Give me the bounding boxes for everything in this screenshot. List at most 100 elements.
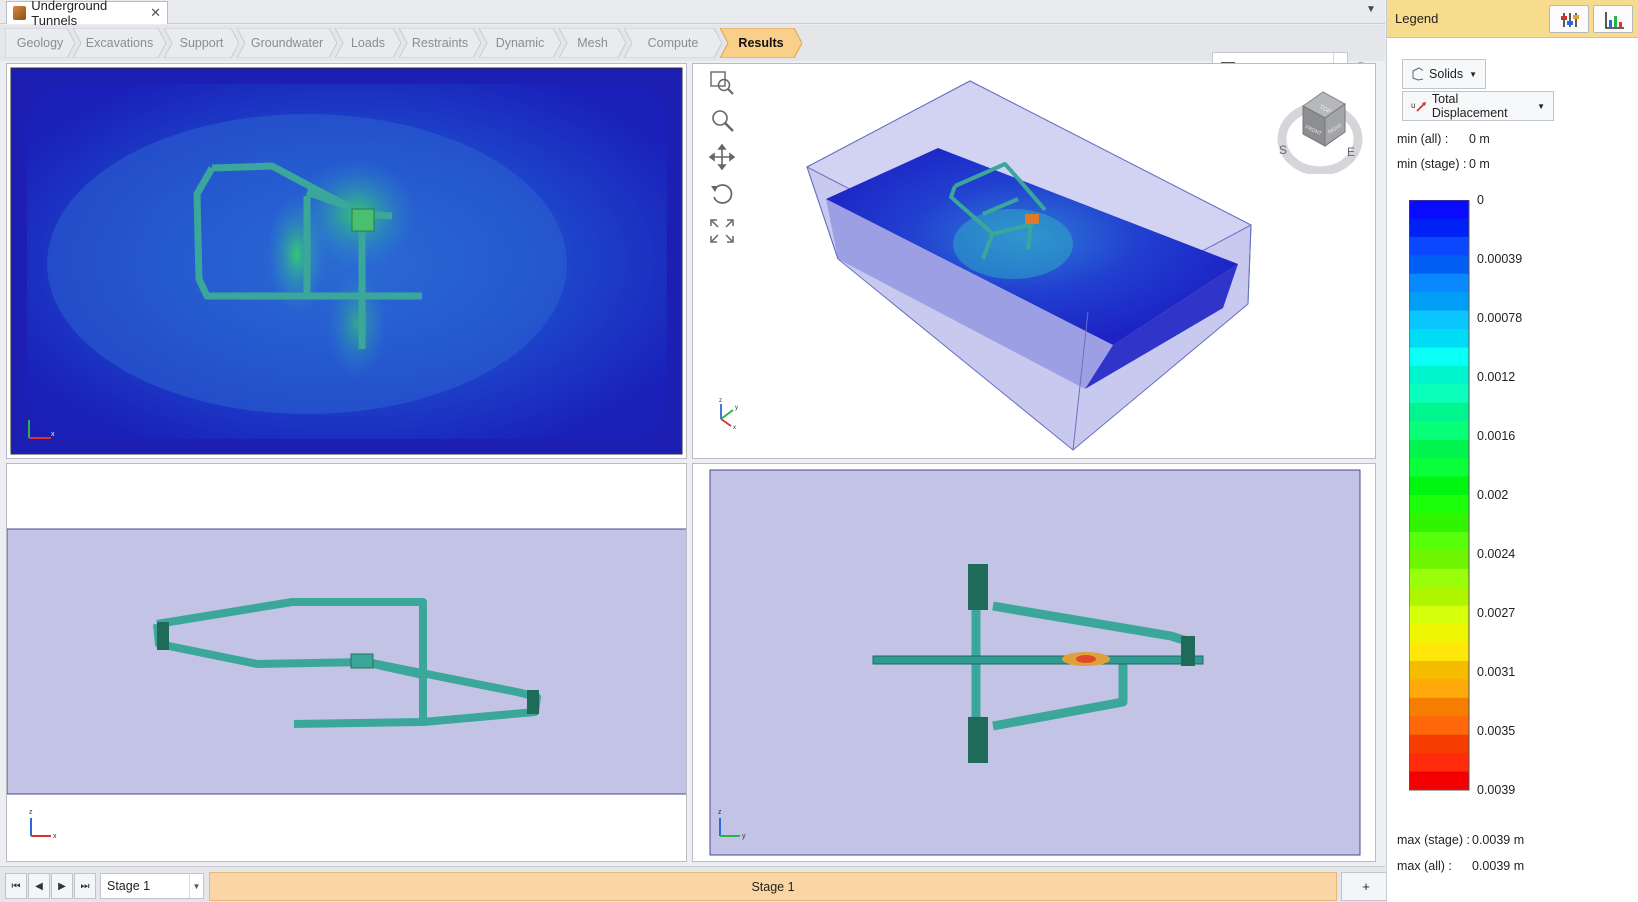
- workflow-step-excavations[interactable]: Excavations: [73, 28, 166, 58]
- pan-icon[interactable]: [709, 144, 735, 170]
- color-scale-label: 0.002: [1477, 488, 1509, 502]
- color-scale-label: 0.0027: [1477, 606, 1516, 620]
- zoom-icon[interactable]: [709, 107, 735, 133]
- workflow-step-groundwater[interactable]: Groundwater: [237, 28, 337, 58]
- stage-select[interactable]: Stage 1 ▼: [100, 873, 204, 899]
- z-axis-label: z: [718, 809, 722, 816]
- x-axis-label: x: [53, 833, 57, 840]
- color-scale-band: [1409, 458, 1469, 478]
- color-scale: [1409, 200, 1470, 791]
- legend-chart-button[interactable]: [1593, 5, 1633, 33]
- workflow-step-restraints[interactable]: Restraints: [399, 28, 481, 58]
- color-scale-label: 0.0012: [1477, 370, 1516, 384]
- workflow-step-loads[interactable]: Loads: [335, 28, 401, 58]
- color-scale-band: [1409, 255, 1469, 275]
- viewport-3d[interactable]: z y x TOP FRONT RIGHT S E: [692, 63, 1376, 459]
- legend-settings-button[interactable]: [1549, 5, 1589, 33]
- legend-panel: Legend Solids ▼ u Total Displacement ▼ m…: [1386, 0, 1638, 902]
- color-scale-label: 0.0024: [1477, 547, 1516, 561]
- color-scale-band: [1409, 513, 1469, 533]
- result-type-dropdown[interactable]: u Total Displacement ▼: [1402, 91, 1554, 121]
- workflow-step-mesh[interactable]: Mesh: [559, 28, 626, 58]
- close-icon[interactable]: ✕: [150, 5, 161, 21]
- z-axis-label: z: [719, 398, 722, 404]
- stage-bar: ⏮ ◀ ▶ ⏭ Stage 1 ▼ Stage 1 +: [0, 866, 1391, 902]
- stage-tab-label: Stage 1: [751, 879, 795, 894]
- color-scale-band: [1409, 642, 1469, 662]
- color-scale-label: 0.0035: [1477, 724, 1516, 738]
- cube-east-label: E: [1347, 145, 1355, 159]
- min-all-label: min (all) :: [1397, 132, 1449, 146]
- color-scale-band: [1409, 697, 1469, 717]
- color-scale-band: [1409, 734, 1469, 754]
- color-scale-band: [1409, 365, 1469, 385]
- sliders-icon: [1561, 13, 1579, 27]
- z-axis-label: z: [29, 809, 33, 816]
- color-scale-band: [1409, 660, 1469, 680]
- workflow-step-geology[interactable]: Geology: [5, 28, 75, 58]
- color-scale-band: [1409, 624, 1469, 643]
- axis-triad: [30, 818, 51, 837]
- color-scale-band: [1409, 716, 1469, 736]
- object-filter-dropdown[interactable]: Solids ▼: [1402, 59, 1486, 89]
- color-scale-band: [1409, 605, 1469, 625]
- workflow-step-results[interactable]: Results: [720, 28, 802, 58]
- chevron-down-icon: ▼: [1537, 101, 1545, 111]
- min-stage-value: 0 m: [1469, 157, 1490, 171]
- workflow-bar: Geology Excavations Support Groundwater …: [0, 25, 1385, 85]
- color-scale-band: [1409, 439, 1469, 459]
- color-scale-band: [1409, 384, 1469, 404]
- project-icon: [13, 6, 27, 20]
- color-scale-band: [1409, 495, 1469, 514]
- y-axis-label: y: [735, 405, 738, 411]
- svg-text:u: u: [1411, 101, 1415, 110]
- color-scale-band: [1409, 310, 1469, 330]
- viewport-side[interactable]: z x: [6, 463, 687, 862]
- color-scale-label: 0.00039: [1477, 252, 1523, 266]
- color-scale-band: [1409, 568, 1469, 588]
- workflow-step-compute[interactable]: Compute: [624, 28, 722, 58]
- color-scale-band: [1409, 347, 1469, 367]
- axis-triad: [720, 404, 734, 427]
- last-stage-icon[interactable]: ⏭: [74, 873, 96, 899]
- zoom-extents-icon[interactable]: [709, 218, 735, 244]
- zoom-window-icon[interactable]: [709, 70, 735, 96]
- tab-menu-icon[interactable]: ▼: [1366, 4, 1376, 15]
- color-scale-band: [1409, 329, 1469, 348]
- x-axis-label: x: [51, 431, 55, 438]
- add-stage-button[interactable]: +: [1341, 872, 1391, 901]
- workflow-step-dynamic[interactable]: Dynamic: [479, 28, 561, 58]
- plan-contour-view: x: [10, 67, 683, 455]
- document-tab[interactable]: Underground Tunnels ✕: [6, 0, 168, 28]
- color-scale-band: [1409, 292, 1469, 312]
- result-type-value: Total Displacement: [1431, 92, 1508, 120]
- min-all-value: 0 m: [1469, 132, 1490, 146]
- previous-stage-icon[interactable]: ◀: [28, 873, 50, 899]
- next-stage-icon[interactable]: ▶: [51, 873, 73, 899]
- rotate-icon[interactable]: [709, 181, 735, 207]
- color-scale-label: 0: [1477, 193, 1484, 207]
- color-scale-band: [1409, 771, 1469, 791]
- color-scale-band: [1409, 218, 1469, 238]
- color-scale-label: 0.0039: [1477, 783, 1516, 797]
- document-tab-bar: Underground Tunnels ✕ ▼: [0, 0, 1385, 28]
- color-scale-band: [1409, 273, 1469, 293]
- cube-south-label: S: [1279, 143, 1287, 157]
- color-scale-band: [1409, 679, 1469, 699]
- color-scale-label: 0.0016: [1477, 429, 1516, 443]
- stage-tab[interactable]: Stage 1: [209, 872, 1337, 901]
- color-scale-label: 0.0031: [1477, 665, 1516, 679]
- color-scale-band: [1409, 476, 1469, 496]
- legend-header: Legend: [1387, 0, 1638, 38]
- x-axis-label: x: [733, 425, 736, 431]
- color-scale-band: [1409, 587, 1469, 607]
- color-scale-band: [1409, 200, 1469, 219]
- viewport-front[interactable]: z y: [692, 463, 1376, 862]
- view-cube[interactable]: TOP FRONT RIGHT S E: [1273, 84, 1363, 176]
- first-stage-icon[interactable]: ⏮: [5, 873, 27, 899]
- workflow-step-support[interactable]: Support: [164, 28, 239, 58]
- viewport-plan[interactable]: x: [6, 63, 687, 459]
- color-scale-band: [1409, 421, 1469, 441]
- chevron-down-icon[interactable]: ▼: [189, 874, 203, 898]
- displacement-icon: u: [1411, 101, 1426, 112]
